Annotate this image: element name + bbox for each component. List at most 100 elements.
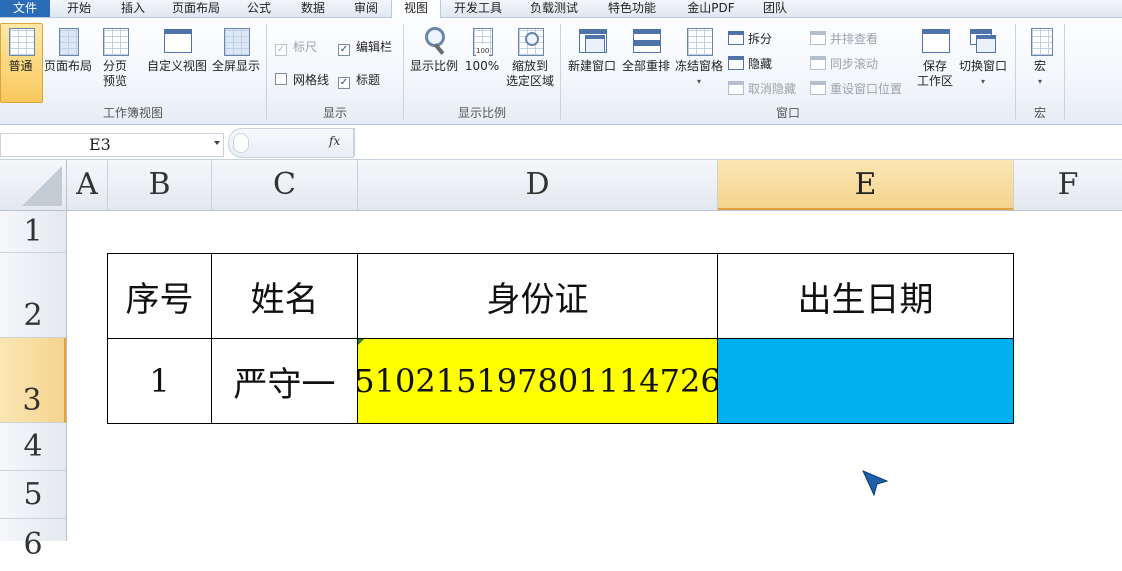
column-header-d[interactable]: D <box>358 160 718 210</box>
hide-button[interactable]: 隐藏 <box>728 55 772 72</box>
tab-kingsoft-pdf[interactable]: 金山PDF <box>676 0 746 17</box>
macros-button[interactable]: 宏 ▾ <box>1020 26 1060 89</box>
headings-checkbox[interactable]: ✓ 标题 <box>338 71 380 89</box>
gridlines-label: 网格线 <box>293 73 330 87</box>
switch-windows-button[interactable]: 切换窗口 ▾ <box>957 26 1009 89</box>
expand-handle[interactable] <box>233 133 249 153</box>
side-by-side-button[interactable]: 并排查看 <box>810 30 878 47</box>
split-button[interactable]: 拆分 <box>728 30 772 47</box>
side-by-side-icon <box>810 31 826 45</box>
unhide-label: 取消隐藏 <box>748 82 797 96</box>
ruler-checkbox[interactable]: ✓ 标尺 <box>275 38 317 56</box>
table-cell-id-number[interactable]: 510215197801114726 <box>354 338 721 424</box>
column-header-f[interactable]: F <box>1014 160 1122 210</box>
formula-bar: E3 fx <box>0 125 1122 160</box>
reset-window-position-button[interactable]: 重设窗口位置 <box>810 80 902 97</box>
arrange-all-button[interactable]: 全部重排 <box>620 26 672 74</box>
save-workspace-icon <box>920 26 950 56</box>
reset-position-label: 重设窗口位置 <box>830 82 903 96</box>
tab-page-layout[interactable]: 页面布局 <box>162 0 230 17</box>
zoom-to-selection-button[interactable]: 缩放到 选定区域 <box>503 26 557 89</box>
switch-windows-label: 切换窗口 <box>958 59 1007 73</box>
table-header-cell[interactable]: 出生日期 <box>717 253 1014 339</box>
sync-scroll-icon <box>810 56 826 70</box>
unhide-button[interactable]: 取消隐藏 <box>728 80 796 97</box>
page-layout-view-button[interactable]: 页面布局 <box>43 26 93 74</box>
tab-formulas[interactable]: 公式 <box>234 0 284 17</box>
gridlines-checkbox[interactable]: 网格线 <box>275 71 329 88</box>
freeze-panes-label: 冻结窗格 <box>674 59 723 73</box>
hide-label: 隐藏 <box>748 57 773 71</box>
full-screen-label: 全屏显示 <box>211 59 260 73</box>
freeze-panes-icon <box>684 26 714 56</box>
zoom-button[interactable]: 显示比例 <box>408 26 460 74</box>
checkbox-checked-icon: ✓ <box>338 77 350 89</box>
switch-windows-icon <box>968 26 998 56</box>
row-header-2[interactable]: 2 <box>0 253 66 338</box>
zoom-selection-label-2: 选定区域 <box>505 74 554 88</box>
tab-special-features[interactable]: 特色功能 <box>596 0 668 17</box>
row-header-6[interactable]: 6 <box>0 519 66 562</box>
tab-load-test[interactable]: 负载测试 <box>520 0 588 17</box>
table-header-cell[interactable]: 序号 <box>107 253 212 339</box>
normal-view-button-content: 普通 <box>0 26 41 74</box>
row-header-5[interactable]: 5 <box>0 471 66 519</box>
custom-views-label: 自定义视图 <box>147 59 208 73</box>
row-header-4[interactable]: 4 <box>0 423 66 471</box>
select-all-button[interactable] <box>0 160 67 210</box>
tab-insert[interactable]: 插入 <box>108 0 158 17</box>
sync-scroll-button[interactable]: 同步滚动 <box>810 55 878 72</box>
name-box[interactable]: E3 <box>0 133 224 157</box>
zoom-100-icon: 100 <box>467 26 497 59</box>
table-cell-name[interactable]: 严守一 <box>211 338 358 424</box>
new-window-label: 新建窗口 <box>567 59 616 73</box>
save-workspace-button[interactable]: 保存 工作区 <box>913 26 957 89</box>
page-break-label-1: 分页 <box>102 59 127 73</box>
tab-home[interactable]: 开始 <box>54 0 104 17</box>
column-header-e[interactable]: E <box>718 160 1014 210</box>
column-header-a[interactable]: A <box>67 160 108 210</box>
row-header-1[interactable]: 1 <box>0 211 66 253</box>
formula-bar-label: 编辑栏 <box>356 40 393 54</box>
tab-file[interactable]: 文件 <box>0 0 50 17</box>
save-workspace-label-1: 保存 <box>922 59 947 73</box>
table-header-cell[interactable]: 姓名 <box>211 253 358 339</box>
group-label-window: 窗口 <box>775 106 800 120</box>
tab-review[interactable]: 审阅 <box>342 0 390 17</box>
worksheet-grid: A B C D E F 1 2 3 4 5 6 序号 姓名 身份证 出生日期 1… <box>0 160 1122 562</box>
tab-team[interactable]: 团队 <box>752 0 798 17</box>
magnifier-icon <box>419 26 449 56</box>
full-screen-button[interactable]: 全屏显示 <box>211 26 261 74</box>
formula-input[interactable] <box>354 128 1122 156</box>
page-break-icon <box>100 26 130 56</box>
insert-function-icon[interactable]: fx <box>329 134 340 148</box>
table-cell-seq[interactable]: 1 <box>107 338 212 424</box>
row-header-3[interactable]: 3 <box>0 338 66 423</box>
hide-icon <box>728 56 744 70</box>
freeze-panes-button[interactable]: 冻结窗格 ▾ <box>673 26 725 89</box>
unhide-icon <box>728 81 744 95</box>
tab-view[interactable]: 视图 <box>391 0 441 18</box>
full-screen-icon <box>221 26 251 56</box>
column-header-b[interactable]: B <box>108 160 212 210</box>
column-header-c[interactable]: C <box>212 160 358 210</box>
formula-bar-checkbox[interactable]: ✓ 编辑栏 <box>338 38 392 56</box>
chevron-down-icon: ▾ <box>696 77 701 86</box>
split-icon <box>728 31 744 45</box>
chevron-down-icon: ▾ <box>980 77 985 86</box>
new-window-button[interactable]: 新建窗口 <box>566 26 618 74</box>
zoom-label: 显示比例 <box>409 59 458 73</box>
chevron-down-icon[interactable] <box>214 141 220 145</box>
table-cell-birth-date[interactable] <box>717 338 1014 424</box>
zoom-100-button[interactable]: 100 100% <box>463 26 501 74</box>
table-header-cell[interactable]: 身份证 <box>357 253 718 339</box>
custom-views-button[interactable]: 自定义视图 <box>147 26 207 74</box>
zoom-selection-label-1: 缩放到 <box>511 59 548 73</box>
new-window-icon <box>577 26 607 56</box>
tab-developer[interactable]: 开发工具 <box>444 0 512 17</box>
separator <box>1064 24 1065 120</box>
group-label-macros: 宏 <box>1033 106 1046 120</box>
page-break-preview-button[interactable]: 分页 预览 <box>94 26 136 89</box>
tab-data[interactable]: 数据 <box>288 0 338 17</box>
zoom-100-label: 100% <box>464 59 500 73</box>
